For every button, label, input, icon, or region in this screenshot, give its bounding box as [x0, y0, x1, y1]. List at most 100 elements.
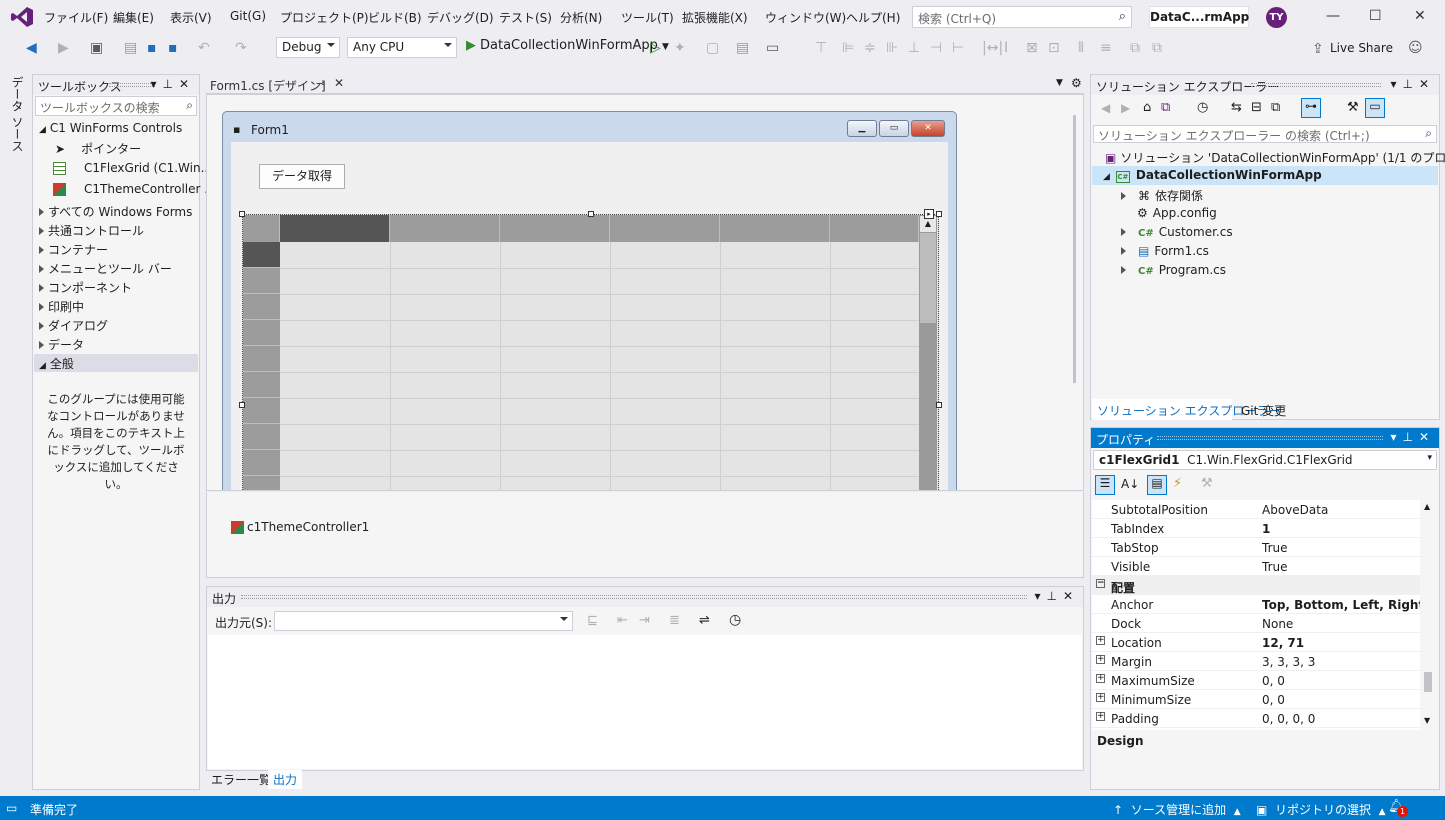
property-row[interactable]: + Location 12, 71 — [1092, 633, 1420, 652]
tree-item-customer[interactable]: C# Customer.cs — [1121, 225, 1233, 239]
property-value[interactable]: 0, 0 — [1262, 693, 1285, 707]
forward-icon[interactable]: ▶ — [58, 40, 69, 56]
tree-item-appconfig[interactable]: ⚙ App.config — [1121, 206, 1217, 220]
menu-test[interactable]: テスト(S) — [499, 9, 552, 26]
c1-flexgrid[interactable]: ▲ ▸ — [239, 209, 942, 490]
same-width-icon[interactable]: |↔| — [982, 40, 1003, 56]
properties-view-icon[interactable]: ▤ — [1147, 475, 1167, 495]
toolbox-group-c1[interactable]: ◢ C1 WinForms Controls — [39, 121, 182, 135]
vertical-spacing-icon[interactable]: ≡ — [1100, 40, 1112, 56]
solution-name-badge[interactable]: DataC...rmApp — [1149, 6, 1249, 28]
live-share-button[interactable]: Live Share — [1330, 41, 1393, 55]
preview-icon[interactable]: ▭ — [1365, 98, 1385, 118]
scroll-thumb[interactable] — [1424, 672, 1432, 692]
grid-column-header[interactable] — [610, 215, 720, 242]
grid-vertical-scrollbar[interactable]: ▲ — [919, 215, 937, 490]
sync-icon[interactable]: ⇆ — [1231, 100, 1242, 115]
menu-git[interactable]: Git(G) — [230, 9, 266, 23]
menu-edit[interactable]: 編集(E) — [113, 9, 154, 26]
tray-theme-controller[interactable]: c1ThemeController1 — [231, 520, 369, 534]
find-message-icon[interactable]: ⊑ — [587, 613, 598, 628]
toolbox-group-data[interactable]: データ — [39, 336, 84, 353]
switch-views-icon[interactable]: ⧉ — [1161, 100, 1170, 115]
drag-grip[interactable] — [1251, 83, 1381, 87]
property-category-row[interactable]: − 配置 — [1092, 576, 1420, 595]
tab-error-list[interactable]: エラー一覧 — [206, 770, 276, 789]
pin-icon[interactable]: ⊸ — [316, 77, 325, 90]
panel-controls[interactable]: ▾⊥✕ — [1390, 430, 1435, 444]
toolbox-item-pointer[interactable]: ➤ ポインター — [55, 140, 141, 157]
property-value[interactable]: 1 — [1262, 522, 1270, 536]
property-value[interactable]: 0, 0 — [1262, 674, 1285, 688]
minimize-icon[interactable]: — — [1326, 8, 1340, 24]
toolbox-group-printing[interactable]: 印刷中 — [39, 298, 84, 315]
alphabetical-icon[interactable]: A↓ — [1121, 477, 1139, 491]
grid-row-header[interactable] — [243, 450, 280, 476]
gear-icon[interactable]: ⚙ — [1071, 76, 1082, 90]
property-row[interactable]: Visible True — [1092, 557, 1420, 576]
expand-icon[interactable]: + — [1096, 693, 1105, 702]
property-row[interactable]: + MaximumSize 0, 0 — [1092, 671, 1420, 690]
toolbox-group-components[interactable]: コンポーネント — [39, 279, 132, 296]
align-right-icon[interactable]: ⊪ — [886, 40, 898, 56]
expand-icon[interactable]: + — [1096, 636, 1105, 645]
grid-column-header[interactable] — [500, 215, 610, 242]
solution-node[interactable]: ▣ ソリューション 'DataCollectionWinFormApp' (1/1… — [1105, 149, 1445, 166]
drag-grip[interactable] — [241, 595, 1027, 599]
save-all-icon[interactable]: ▪ — [168, 40, 178, 56]
grid-row-header[interactable] — [243, 398, 280, 424]
solution-search-input[interactable]: ソリューション エクスプローラー の検索 (Ctrl+;) ⌕ — [1093, 125, 1437, 143]
timestamp-icon[interactable]: ◷ — [729, 612, 741, 628]
property-row[interactable]: Anchor Top, Bottom, Left, Right — [1092, 595, 1424, 614]
panel-controls[interactable]: ▾⊥✕ — [1034, 589, 1079, 603]
toolbox-group-dialogs[interactable]: ダイアログ — [39, 317, 108, 334]
menu-project[interactable]: プロジェクト(P) — [280, 9, 369, 26]
word-wrap-icon[interactable]: ⇌ — [699, 613, 710, 628]
align-top-icon[interactable]: ⊥ — [908, 40, 920, 56]
align-center-icon[interactable]: ≑ — [864, 40, 876, 56]
form1-window[interactable]: ▪ Form1 ▁ ▭ ✕ データ取得 ▲ ▸ — [222, 111, 957, 490]
tree-item-program[interactable]: C# Program.cs — [1121, 263, 1226, 277]
property-value[interactable]: 12, 71 — [1262, 636, 1304, 650]
find-in-files-icon[interactable]: ▤ — [736, 40, 749, 56]
tree-item-form1[interactable]: ▤ Form1.cs — [1121, 244, 1209, 258]
redo-icon[interactable]: ↷ — [235, 40, 247, 56]
menu-analyze[interactable]: 分析(N) — [560, 9, 602, 26]
menu-help[interactable]: ヘルプ(H) — [846, 9, 900, 26]
configuration-select[interactable]: Debug — [276, 37, 340, 58]
clear-all-icon[interactable]: ≣ — [669, 613, 680, 628]
expand-icon[interactable]: + — [1096, 674, 1105, 683]
output-text-area[interactable] — [208, 635, 1082, 769]
track-active-icon[interactable]: ⊶ — [1301, 98, 1321, 118]
new-project-icon[interactable]: ▣ — [90, 40, 103, 56]
open-folder-icon[interactable]: ▤ — [124, 40, 137, 56]
menu-file[interactable]: ファイル(F) — [44, 9, 108, 26]
grid-column-header[interactable] — [720, 215, 830, 242]
menu-view[interactable]: 表示(V) — [170, 9, 212, 26]
save-icon[interactable]: ▪ — [147, 40, 157, 56]
properties-wrench-icon[interactable]: ⚒ — [1347, 100, 1359, 115]
property-row[interactable]: SubtotalPosition AboveData — [1092, 500, 1420, 519]
resize-handle[interactable] — [239, 211, 245, 217]
hot-reload-icon[interactable]: ✦ — [674, 40, 686, 56]
expand-icon[interactable]: + — [1096, 655, 1105, 664]
toolbox-item-theme-controller[interactable]: C1ThemeController ... — [53, 182, 216, 196]
panel-controls[interactable]: ▾⊥✕ — [150, 77, 195, 91]
properties-object-select[interactable]: c1FlexGrid1 C1.Win.FlexGrid.C1FlexGrid ▾ — [1093, 450, 1437, 470]
menu-window[interactable]: ウィンドウ(W) — [765, 9, 846, 26]
back-icon[interactable]: ◀ — [26, 40, 37, 56]
feedback-icon[interactable]: ☺ — [1408, 40, 1423, 56]
property-value[interactable]: 0, 0, 0, 0 — [1262, 712, 1315, 726]
toolbox-group-general[interactable]: ◢ 全般 — [34, 354, 198, 372]
resize-handle[interactable] — [936, 211, 942, 217]
property-row[interactable]: + Margin 3, 3, 3, 3 — [1092, 652, 1420, 671]
horizontal-spacing-icon[interactable]: ⫴ — [1078, 40, 1084, 56]
visual-studio-logo-icon[interactable] — [10, 6, 34, 28]
align-bottom-icon[interactable]: ⊢ — [952, 40, 964, 56]
drag-grip[interactable] — [1157, 436, 1383, 440]
size-to-grid-icon[interactable]: ⊡ — [1048, 40, 1060, 56]
grid-column-header[interactable] — [830, 215, 919, 242]
smart-tag-icon[interactable]: ▸ — [924, 209, 934, 219]
grid-row-header[interactable] — [243, 424, 280, 450]
home-icon[interactable]: ⌂ — [1143, 100, 1151, 115]
